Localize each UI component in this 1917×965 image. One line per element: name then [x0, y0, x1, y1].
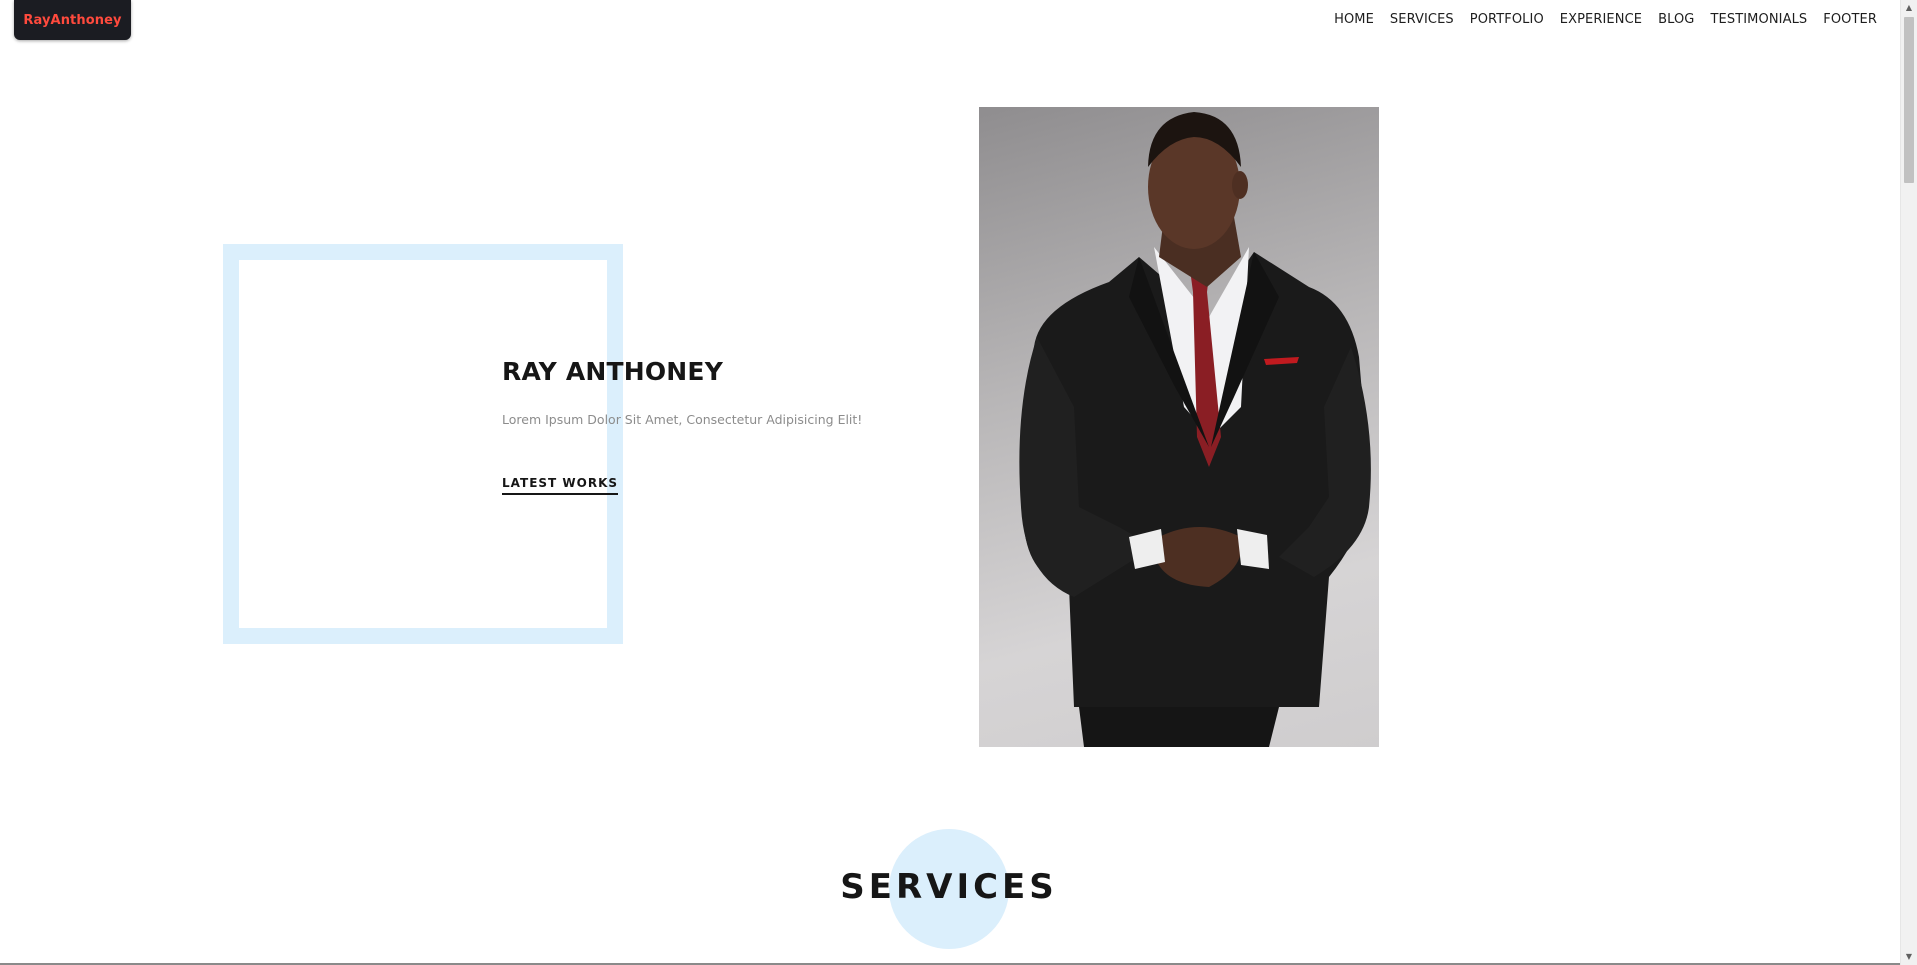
nav-testimonials[interactable]: TESTIMONIALS	[1710, 12, 1807, 27]
nav-portfolio[interactable]: PORTFOLIO	[1470, 12, 1544, 27]
chevron-down-icon[interactable]: ▼	[1901, 949, 1917, 965]
latest-works-link[interactable]: LATEST WORKS	[502, 476, 619, 495]
nav-blog[interactable]: BLOG	[1658, 12, 1694, 27]
nav-home[interactable]: HOME	[1334, 12, 1374, 27]
portrait-illustration	[1019, 112, 1371, 747]
nav-experience[interactable]: EXPERIENCE	[1560, 12, 1642, 27]
page: RayAnthoney HOME SERVICES PORTFOLIO EXPE…	[0, 0, 1917, 965]
scrollbar-thumb[interactable]	[1904, 17, 1914, 183]
nav-footer[interactable]: FOOTER	[1823, 12, 1877, 27]
portrait-image	[979, 107, 1379, 747]
hero-title: RAY ANTHONEY	[502, 357, 724, 386]
hero-subtitle: Lorem Ipsum Dolor Sit Amet, Consectetur …	[502, 412, 863, 427]
main-nav: HOME SERVICES PORTFOLIO EXPERIENCE BLOG …	[1334, 12, 1877, 27]
vertical-scrollbar[interactable]: ▲ ▼	[1900, 0, 1917, 965]
chevron-up-icon[interactable]: ▲	[1901, 0, 1917, 16]
services-heading: SERVICES	[840, 867, 1058, 907]
hero-decorative-frame	[223, 244, 623, 644]
nav-services[interactable]: SERVICES	[1390, 12, 1454, 27]
logo-link[interactable]: RayAnthoney	[14, 0, 131, 40]
